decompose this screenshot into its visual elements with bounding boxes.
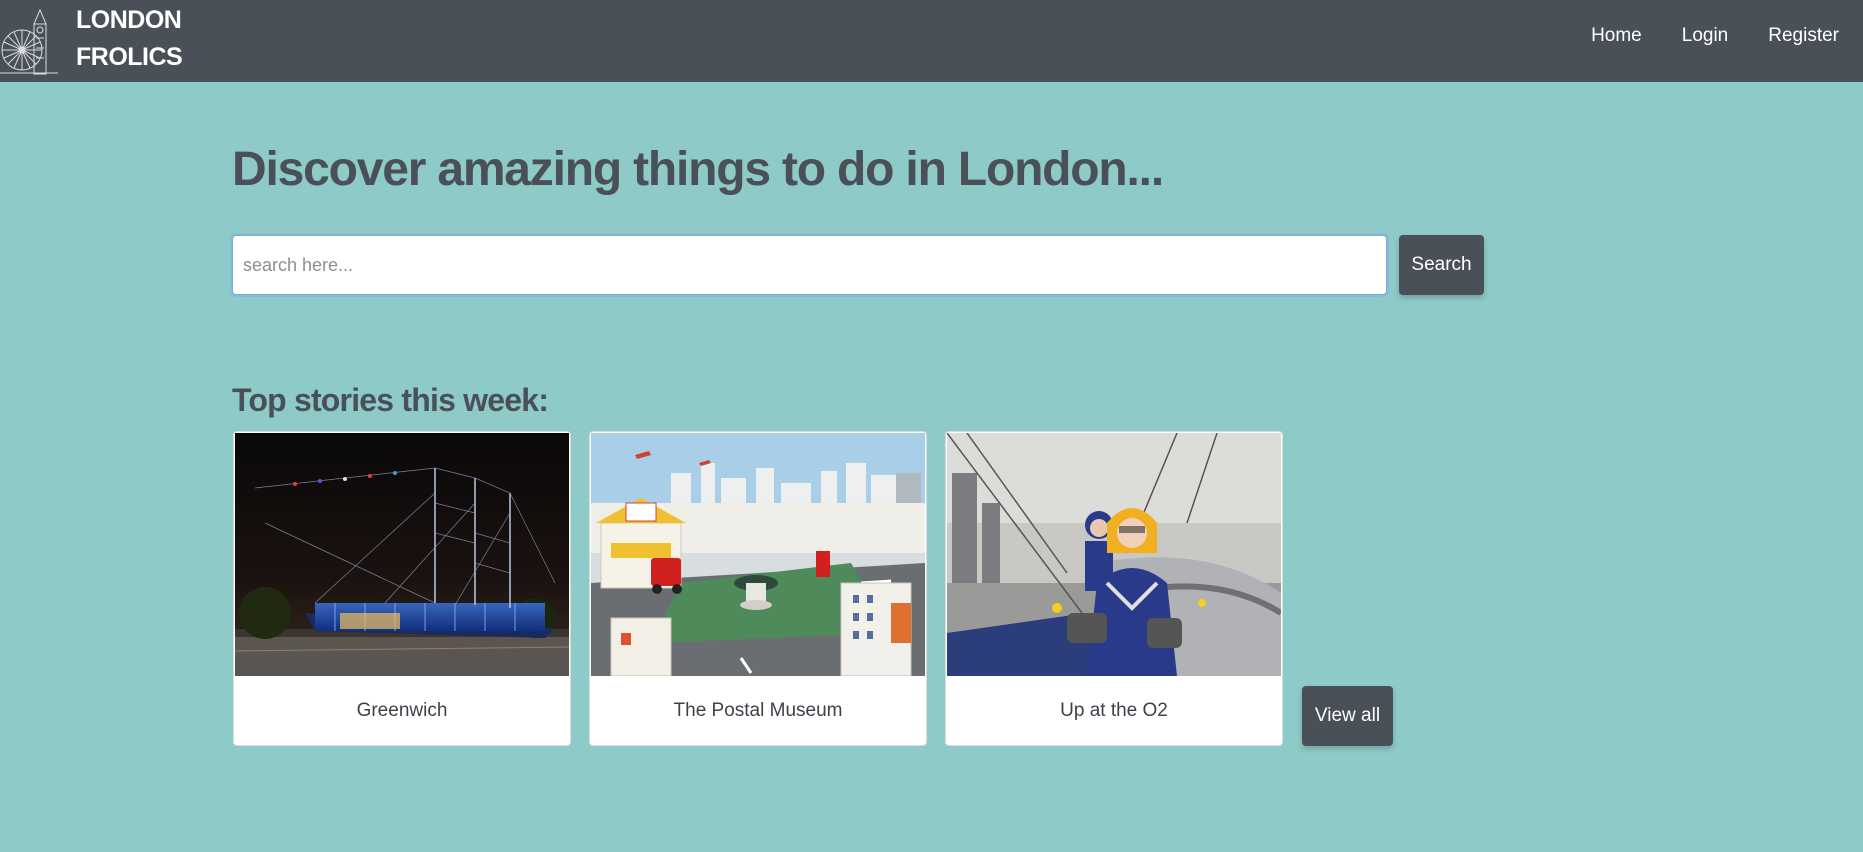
nav-home-link[interactable]: Home xyxy=(1591,25,1642,47)
page-headline: Discover amazing things to do in London.… xyxy=(232,143,1164,196)
story-card-label: The Postal Museum xyxy=(673,700,843,721)
brand-line-2: FROLICS xyxy=(76,43,183,71)
nav-register-link[interactable]: Register xyxy=(1768,25,1839,47)
story-card-up-at-the-o2[interactable]: Up at the O2 xyxy=(945,431,1283,746)
nav-links: Home Login Register xyxy=(1551,0,1839,72)
postal-museum-play-area-photo xyxy=(591,433,925,676)
story-card-label: Greenwich xyxy=(356,700,448,721)
brand[interactable]: LONDON FROLICS xyxy=(0,0,183,82)
brand-name[interactable]: LONDON FROLICS xyxy=(76,2,183,76)
story-card-greenwich[interactable]: Greenwich xyxy=(233,431,571,746)
cutty-sark-night-photo xyxy=(235,433,569,676)
search-button[interactable]: Search xyxy=(1399,235,1484,295)
brand-line-1: LONDON xyxy=(76,6,182,34)
story-card-postal-museum[interactable]: The Postal Museum xyxy=(589,431,927,746)
big-ben-london-eye-icon xyxy=(0,8,58,75)
nav-login-link[interactable]: Login xyxy=(1682,25,1729,47)
view-all-button[interactable]: View all xyxy=(1302,686,1393,746)
search-input[interactable] xyxy=(232,235,1387,295)
o2-roof-climb-photo xyxy=(947,433,1281,676)
story-card-label: Up at the O2 xyxy=(1060,700,1168,721)
top-stories-title: Top stories this week: xyxy=(232,382,549,418)
navbar: LONDON FROLICS Home Login Register xyxy=(0,0,1863,82)
